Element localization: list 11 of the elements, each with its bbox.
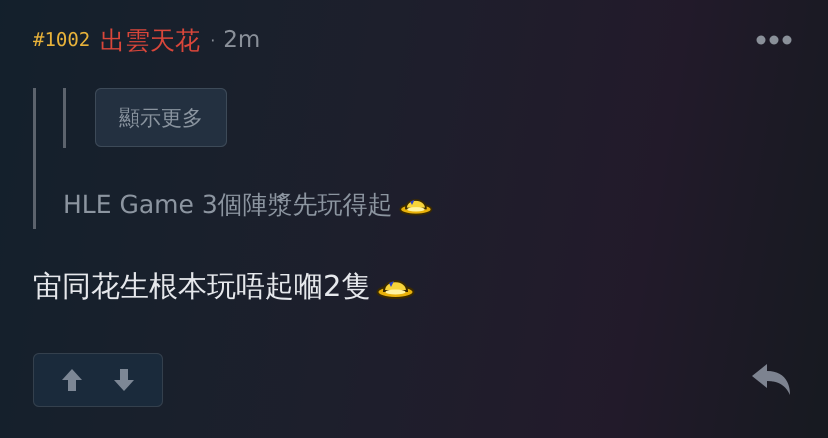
show-more-button[interactable]: 顯示更多 — [95, 88, 227, 147]
post-number: #1002 — [33, 29, 90, 51]
more-options-icon[interactable] — [756, 35, 792, 45]
separator-dot: · — [210, 30, 216, 50]
comment-text: 宙同花生根本玩唔起嗰2隻 — [33, 268, 370, 305]
quote-text: HLE Game 3個陣漿先玩得起 — [63, 189, 393, 221]
author-name[interactable]: 出雲天花 — [100, 24, 200, 56]
downvote-icon[interactable] — [114, 369, 134, 391]
post-time: 2m — [223, 27, 260, 53]
upvote-icon[interactable] — [62, 369, 82, 391]
reply-icon[interactable] — [752, 364, 792, 396]
